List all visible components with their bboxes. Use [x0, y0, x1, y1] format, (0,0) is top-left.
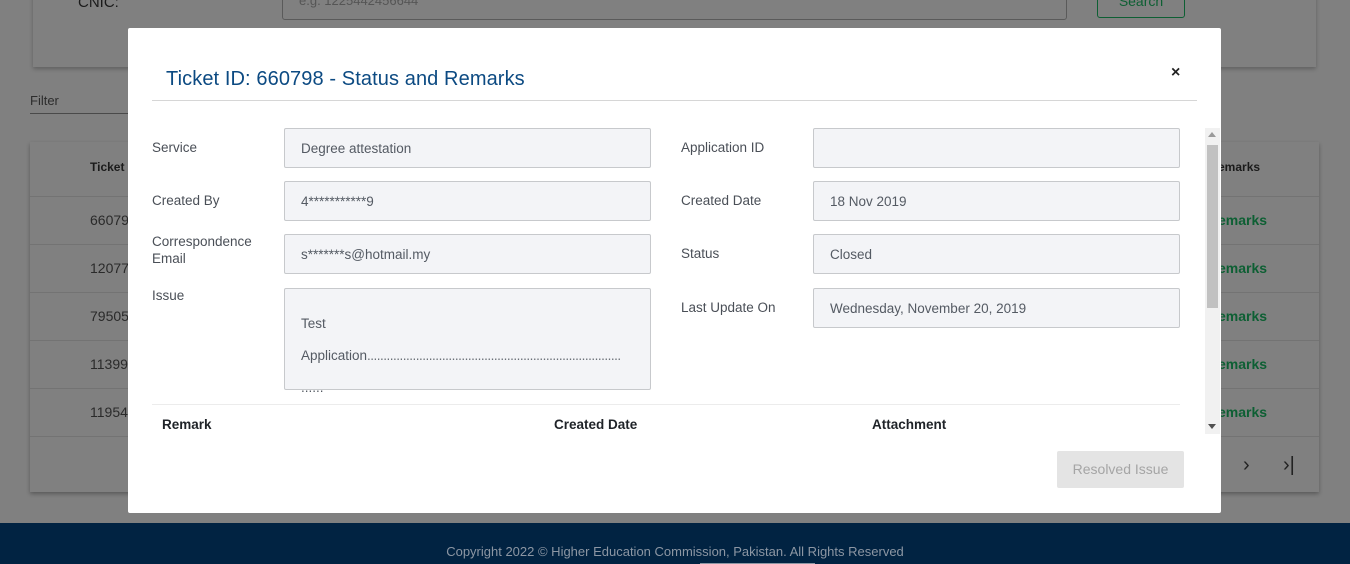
modal-scroll-area[interactable]: Service Degree attestation Created By 4*… — [152, 128, 1180, 434]
last-page-icon[interactable]: ›| — [1283, 454, 1295, 477]
footer-copyright: Copyright 2022 © Higher Education Commis… — [446, 544, 904, 559]
created-date-value: 18 Nov 2019 — [830, 193, 907, 209]
filter-input[interactable] — [30, 113, 130, 114]
application-id-field — [813, 128, 1180, 168]
issue-field: Test Application........................… — [284, 288, 651, 395]
scroll-up-icon[interactable] — [1208, 132, 1216, 137]
created-date-column-header: Created Date — [554, 417, 638, 432]
created-by-value: 4***********9 — [301, 193, 374, 209]
application-id-label: Application ID — [681, 140, 765, 155]
scroll-down-icon[interactable] — [1208, 424, 1216, 429]
cnic-label: CNIC: — [78, 0, 119, 11]
created-by-field: 4***********9 — [284, 181, 651, 221]
scrollbar-thumb[interactable] — [1207, 145, 1218, 308]
remarks-link[interactable]: emarks — [1218, 212, 1267, 228]
remarks-link[interactable]: emarks — [1218, 404, 1267, 420]
remarks-column-header: emarks — [1218, 160, 1261, 174]
modal-scrollbar[interactable] — [1205, 128, 1220, 434]
status-label: Status — [681, 246, 720, 261]
footer: Copyright 2022 © Higher Education Commis… — [0, 523, 1350, 564]
remarks-link[interactable]: emarks — [1218, 260, 1267, 276]
issue-line-text: Application — [301, 348, 368, 363]
created-by-label: Created By — [152, 193, 220, 208]
next-page-icon[interactable]: › — [1243, 454, 1250, 477]
table-row-ticket: 11954 — [90, 404, 128, 420]
email-label: Correspondence Email — [152, 234, 252, 266]
last-update-value: Wednesday, November 20, 2019 — [830, 300, 1027, 316]
status-value: Closed — [830, 246, 873, 262]
ticket-status-modal: Ticket ID: 660798 - Status and Remarks ×… — [128, 28, 1221, 513]
last-update-label: Last Update On — [681, 300, 776, 315]
created-date-field: 18 Nov 2019 — [813, 181, 1180, 221]
issue-dots: ........................................… — [367, 348, 621, 363]
modal-divider — [152, 100, 1197, 101]
remarks-link[interactable]: emarks — [1218, 356, 1267, 372]
issue-label: Issue — [152, 288, 185, 303]
issue-line: Test — [301, 316, 326, 331]
email-field: s*******s@hotmail.my — [284, 234, 651, 274]
table-row-ticket: 66079 — [90, 212, 129, 228]
service-field: Degree attestation — [284, 128, 651, 168]
status-field: Closed — [813, 234, 1180, 274]
resolved-issue-button[interactable]: Resolved Issue — [1057, 451, 1184, 488]
service-value: Degree attestation — [301, 140, 412, 156]
service-label: Service — [152, 140, 198, 155]
search-button[interactable]: Search — [1097, 0, 1185, 18]
last-update-field: Wednesday, November 20, 2019 — [813, 288, 1180, 328]
ticket-column-header: Ticket I — [90, 160, 132, 174]
table-row-ticket: 12077 — [90, 260, 129, 276]
remarks-link[interactable]: emarks — [1218, 308, 1267, 324]
issue-line: ...... — [301, 380, 324, 395]
remarks-table-divider — [152, 404, 1180, 405]
email-value: s*******s@hotmail.my — [301, 246, 431, 262]
created-date-label: Created Date — [681, 193, 762, 208]
close-icon[interactable]: × — [1171, 64, 1180, 82]
cnic-input[interactable]: e.g. 1225442456644 — [282, 0, 1067, 20]
table-row-ticket: 11399 — [90, 356, 128, 372]
attachment-column-header: Attachment — [872, 417, 947, 432]
issue-line: Application.............................… — [301, 348, 634, 364]
filter-label: Filter — [30, 93, 59, 108]
modal-title: Ticket ID: 660798 - Status and Remarks — [166, 68, 525, 90]
table-row-ticket: 79505 — [90, 308, 129, 324]
remark-column-header: Remark — [162, 417, 212, 432]
